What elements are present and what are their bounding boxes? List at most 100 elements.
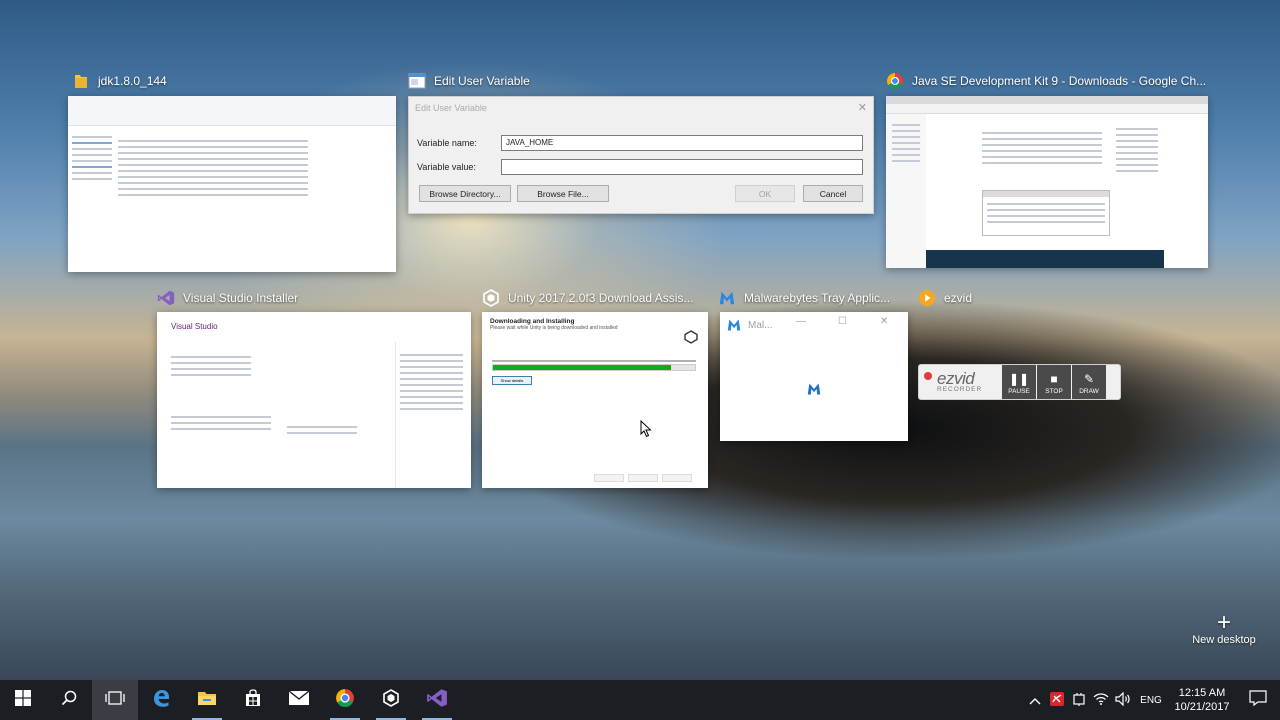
new-desktop-label: New desktop <box>1192 634 1256 646</box>
speaker-icon <box>1115 691 1131 709</box>
window-header: Java SE Development Kit 9 - Downloads - … <box>886 70 1206 92</box>
window-ezvid[interactable]: ezvid <box>918 287 1038 309</box>
window-thumbnail[interactable] <box>68 96 396 272</box>
taskbar-file-explorer[interactable] <box>184 680 230 720</box>
start-button[interactable] <box>0 680 46 720</box>
clock-time: 12:15 AM <box>1178 687 1226 699</box>
vs-available-section <box>171 412 271 434</box>
vs-side-panel <box>395 342 467 488</box>
vs-installed-section <box>171 352 251 380</box>
variable-name-field[interactable]: JAVA_HOME <box>501 135 863 151</box>
taskbar-store[interactable] <box>230 680 276 720</box>
file-explorer-icon <box>197 689 217 712</box>
window-unity-download-assistant[interactable]: Unity 2017.2.0f3 Download Assis... Downl… <box>482 287 708 489</box>
ezvid-recorder-bar[interactable]: ezvid RECORDER ❚❚ PAUSE ■ STOP ✎ DRAW <box>918 364 1121 400</box>
window-malwarebytes-tray[interactable]: Malwarebytes Tray Applic... Mal... — ☐ ✕ <box>718 287 908 443</box>
draw-button[interactable]: ✎ DRAW <box>1072 365 1106 399</box>
malwarebytes-window-title: Mal... <box>748 320 773 331</box>
tray-volume-button[interactable] <box>1112 680 1134 720</box>
search-button[interactable] <box>46 680 92 720</box>
window-visual-studio-installer[interactable]: Visual Studio Installer Visual Studio <box>157 287 473 489</box>
taskbar-edge[interactable] <box>138 680 184 720</box>
window-title: jdk1.8.0_144 <box>98 74 167 88</box>
unity-dialog-buttons <box>594 474 692 482</box>
ezvid-logo: ezvid RECORDER <box>919 369 1001 393</box>
chevron-up-icon <box>1029 693 1041 708</box>
browse-directory-button[interactable]: Browse Directory... <box>419 185 511 202</box>
vs-available-item <box>287 422 357 438</box>
wifi-icon <box>1093 692 1109 709</box>
task-view-icon <box>105 690 125 710</box>
system-tray: ENG 12:15 AM 10/21/2017 <box>1024 680 1280 720</box>
action-center-button[interactable] <box>1236 680 1280 720</box>
dialog-icon <box>408 72 426 90</box>
input-language-button[interactable]: ENG <box>1134 680 1168 720</box>
window-thumbnail[interactable]: Mal... — ☐ ✕ <box>720 312 908 441</box>
maximize-icon[interactable]: ☐ <box>838 316 847 327</box>
window-title: Unity 2017.2.0f3 Download Assis... <box>508 291 694 305</box>
unity-icon <box>382 688 400 712</box>
ok-button[interactable]: OK <box>735 185 795 202</box>
malwarebytes-center-icon <box>806 382 822 401</box>
stop-icon: ■ <box>1050 372 1058 386</box>
window-thumbnail[interactable]: Downloading and Installing Please wait w… <box>482 312 708 488</box>
notification-icon <box>1249 689 1267 711</box>
back-button[interactable] <box>594 474 624 482</box>
record-indicator-icon <box>924 372 932 380</box>
taskbar-visual-studio-installer[interactable] <box>414 680 460 720</box>
task-view: jdk1.8.0_144 Edit User Variable Edit Use… <box>0 0 1280 680</box>
window-thumbnail[interactable] <box>886 96 1208 268</box>
tray-power-button[interactable] <box>1068 680 1090 720</box>
window-title: ezvid <box>944 291 973 305</box>
draw-label: DRAW <box>1079 388 1099 395</box>
oracle-footer <box>926 250 1164 268</box>
chrome-tab-strip <box>886 96 1208 104</box>
minimize-icon[interactable]: — <box>796 316 806 327</box>
window-header: ezvid <box>918 287 972 309</box>
stop-button[interactable]: ■ STOP <box>1037 365 1071 399</box>
task-view-button[interactable] <box>92 680 138 720</box>
window-chrome-java-se[interactable]: Java SE Development Kit 9 - Downloads - … <box>886 70 1210 270</box>
window-header: jdk1.8.0_144 <box>72 70 167 92</box>
window-header: Edit User Variable <box>408 70 530 92</box>
next-button[interactable] <box>628 474 658 482</box>
taskbar-unity[interactable] <box>368 680 414 720</box>
close-icon[interactable]: ✕ <box>858 101 867 114</box>
show-hidden-icons-button[interactable] <box>1024 680 1046 720</box>
window-thumbnail[interactable]: Visual Studio <box>157 312 471 488</box>
unity-progress-fill <box>493 365 671 370</box>
cancel-button[interactable]: Cancel <box>803 185 863 202</box>
clock-button[interactable]: 12:15 AM 10/21/2017 <box>1168 686 1236 714</box>
tray-network-button[interactable] <box>1090 680 1112 720</box>
window-title: Java SE Development Kit 9 - Downloads - … <box>912 74 1207 88</box>
malwarebytes-logo-icon <box>726 318 742 337</box>
plus-icon: + <box>1216 609 1231 636</box>
show-details-button[interactable]: Show details <box>492 376 532 385</box>
pause-icon: ❚❚ <box>1008 372 1030 386</box>
ezvid-logo-sub: RECORDER <box>937 386 983 393</box>
new-desktop-button[interactable]: + New desktop <box>1184 609 1264 647</box>
pause-label: PAUSE <box>1008 388 1030 395</box>
store-icon <box>244 688 262 712</box>
taskbar-chrome[interactable] <box>322 680 368 720</box>
tray-app-red-icon-button[interactable] <box>1046 680 1068 720</box>
chrome-address-bar <box>886 104 1208 114</box>
taskbar-mail[interactable] <box>276 680 322 720</box>
power-plug-icon <box>1071 692 1087 709</box>
browse-file-button[interactable]: Browse File... <box>517 185 609 202</box>
close-icon[interactable]: ✕ <box>880 316 888 327</box>
mail-icon <box>288 689 310 711</box>
ezvid-icon <box>918 289 936 307</box>
unity-heading: Downloading and Installing <box>490 318 575 325</box>
cancel-button[interactable] <box>662 474 692 482</box>
mouse-cursor-icon <box>640 419 652 443</box>
window-jdk-folder[interactable]: jdk1.8.0_144 <box>68 70 398 272</box>
window-header: Visual Studio Installer <box>157 287 298 309</box>
ezvid-logo-text: ezvid <box>937 369 975 388</box>
window-edit-user-variable[interactable]: Edit User Variable Edit User Variable ✕ … <box>408 70 874 214</box>
taskbar: ENG 12:15 AM 10/21/2017 <box>0 680 1280 720</box>
window-thumbnail[interactable]: Edit User Variable ✕ Variable name: JAVA… <box>408 96 874 214</box>
window-header: Unity 2017.2.0f3 Download Assis... <box>482 287 693 309</box>
pause-button[interactable]: ❚❚ PAUSE <box>1002 365 1036 399</box>
variable-value-field[interactable] <box>501 159 863 175</box>
